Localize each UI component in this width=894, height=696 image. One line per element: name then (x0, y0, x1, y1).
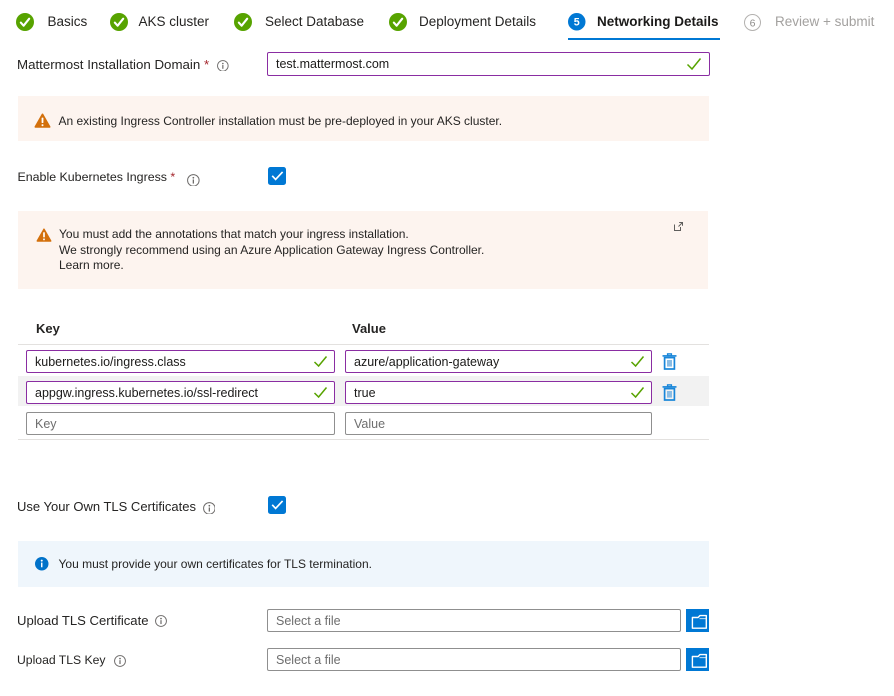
svg-text:6: 6 (750, 18, 756, 30)
svg-text:5: 5 (574, 17, 580, 29)
